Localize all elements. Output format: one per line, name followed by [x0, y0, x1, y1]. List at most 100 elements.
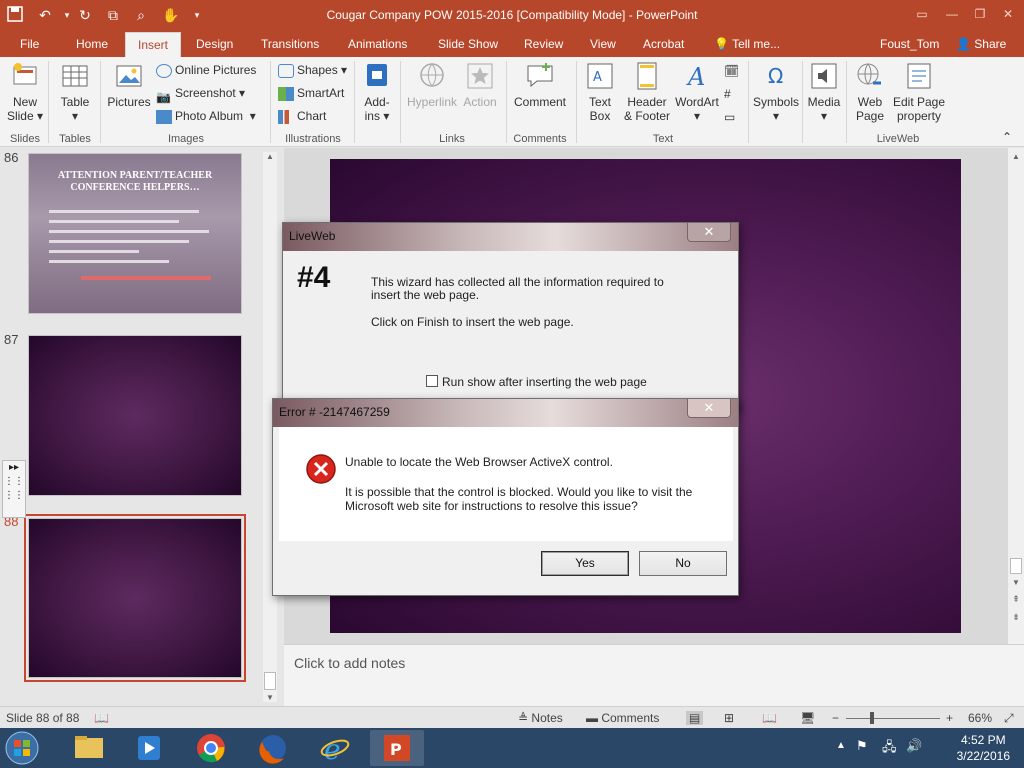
tab-home[interactable]: Home: [76, 32, 108, 57]
text-box-button[interactable]: A Text Box: [580, 61, 620, 123]
run-show-checkbox[interactable]: [426, 375, 438, 387]
shapes-button[interactable]: Shapes ▾: [278, 60, 347, 80]
firefox-taskbar-icon[interactable]: [246, 730, 300, 766]
tab-review[interactable]: Review: [524, 32, 563, 57]
screenshot-button[interactable]: 📷 Screenshot ▾: [156, 83, 245, 104]
comments-toggle[interactable]: ▬ Comments: [586, 711, 659, 725]
comments-label: Comments: [601, 711, 660, 725]
header-footer-label: Header: [627, 95, 667, 109]
slide-thumbnail-86[interactable]: ATTENTION PARENT/TEACHER CONFERENCE HELPE…: [28, 153, 242, 314]
slide-thumbnail-88[interactable]: [24, 514, 246, 682]
previous-slide-icon[interactable]: ⇞: [1008, 594, 1024, 605]
next-slide-icon[interactable]: ⇟: [1008, 612, 1024, 623]
close-button[interactable]: ✕: [996, 4, 1020, 24]
tab-slide-show[interactable]: Slide Show: [438, 32, 498, 57]
panel-expand-handle[interactable]: ▸▸ ⋮⋮ ⋮⋮: [2, 460, 26, 518]
slide-thumbnail-87[interactable]: [28, 335, 242, 496]
system-clock[interactable]: 4:52 PM 3/22/2016: [957, 732, 1010, 764]
user-name[interactable]: Foust_Tom: [880, 32, 939, 57]
date-time-icon[interactable]: 🗓: [724, 61, 742, 81]
media-player-taskbar-icon[interactable]: [122, 730, 176, 766]
tab-transitions[interactable]: Transitions: [261, 32, 319, 57]
hyperlink-button[interactable]: Hyperlink: [404, 61, 460, 109]
spell-check-icon[interactable]: 📖: [94, 711, 109, 725]
symbols-button[interactable]: Ω Symbols ▾: [752, 61, 800, 123]
tab-acrobat[interactable]: Acrobat: [643, 32, 684, 57]
error-close-button[interactable]: ✕: [687, 399, 731, 418]
internet-explorer-taskbar-icon[interactable]: e: [308, 730, 362, 766]
tab-design[interactable]: Design: [196, 32, 233, 57]
zoom-slider-track[interactable]: [846, 718, 940, 719]
slide-sorter-icon[interactable]: ⊞: [724, 711, 734, 725]
zoom-slider-thumb[interactable]: [870, 712, 874, 724]
file-explorer-taskbar-icon[interactable]: [62, 730, 116, 766]
tab-file[interactable]: File: [20, 32, 39, 57]
notes-toggle[interactable]: ≜ Notes: [518, 711, 563, 725]
clock-date: 3/22/2016: [956, 749, 1010, 763]
zoom-level[interactable]: 66%: [968, 711, 992, 725]
group-separator: [354, 61, 355, 143]
scroll-down-icon[interactable]: ▼: [1008, 578, 1024, 587]
scroll-up-icon[interactable]: ▲: [263, 152, 277, 161]
error-message-line2: It is possible that the control is block…: [345, 485, 693, 499]
tab-view[interactable]: View: [590, 32, 616, 57]
chart-button[interactable]: Chart: [278, 106, 326, 126]
tab-animations[interactable]: Animations: [348, 32, 407, 57]
slide-show-icon[interactable]: 🖥: [800, 711, 815, 725]
zoom-out-icon[interactable]: −: [832, 711, 839, 725]
scroll-up-icon[interactable]: ▲: [1008, 152, 1024, 161]
action-button[interactable]: Action: [460, 61, 500, 109]
thumbnail-bullet-line: [49, 230, 209, 233]
collapse-ribbon-icon[interactable]: ⌃: [1002, 127, 1012, 147]
normal-view-icon[interactable]: ▤: [686, 711, 704, 725]
fit-to-window-icon[interactable]: ⤢: [1004, 711, 1014, 726]
images-group-label: Images: [167, 133, 205, 145]
scroll-thumb[interactable]: [1010, 558, 1022, 574]
dialog-body: #4 This wizard has collected all the inf…: [289, 251, 733, 409]
share-button[interactable]: 👤 Share: [956, 32, 1006, 57]
no-button[interactable]: No: [639, 551, 727, 576]
photo-album-button[interactable]: Photo Album ▾: [156, 106, 256, 126]
chrome-taskbar-icon[interactable]: [184, 730, 238, 766]
volume-icon[interactable]: 🔊: [906, 738, 922, 754]
object-icon[interactable]: ▭: [724, 107, 742, 127]
reading-view-icon[interactable]: 📖: [762, 711, 777, 725]
zoom-in-icon[interactable]: +: [946, 711, 953, 725]
scroll-down-icon[interactable]: ▼: [263, 693, 277, 702]
illustrations-group-label: Illustrations: [285, 133, 341, 145]
yes-button[interactable]: Yes: [541, 551, 629, 576]
maximize-button[interactable]: ❐: [968, 4, 992, 24]
minimize-button[interactable]: —: [940, 4, 964, 24]
photo-album-label: Photo Album: [175, 109, 244, 123]
windows-logo-icon: [5, 731, 39, 765]
comment-button[interactable]: Comment: [510, 61, 570, 109]
new-slide-button[interactable]: New Slide ▾: [4, 61, 46, 123]
pictures-button[interactable]: Pictures: [106, 61, 152, 109]
start-button[interactable]: [4, 730, 48, 766]
video-player-icon: [138, 736, 160, 760]
ribbon-display-options-icon[interactable]: ▭: [910, 4, 934, 24]
scroll-thumb[interactable]: [264, 672, 276, 690]
comments-icon: ▬: [586, 711, 598, 725]
slide-scrollbar[interactable]: ▲ ▼ ⇞ ⇟: [1008, 148, 1024, 644]
notes-pane[interactable]: Click to add notes: [284, 644, 1024, 706]
flag-icon[interactable]: ⚑: [856, 738, 868, 754]
wordart-button[interactable]: A WordArt ▾: [674, 61, 720, 123]
network-icon[interactable]: 🖧: [882, 738, 897, 760]
table-button[interactable]: Table ▾: [54, 61, 96, 123]
slide-number-icon[interactable]: #: [724, 84, 742, 104]
online-pictures-button[interactable]: Online Pictures: [156, 60, 256, 80]
powerpoint-taskbar-icon[interactable]: P: [370, 730, 424, 766]
powerpoint-icon: P: [384, 735, 410, 761]
tab-insert[interactable]: Insert: [125, 32, 182, 57]
dialog-close-button[interactable]: ✕: [687, 223, 731, 242]
web-page-button[interactable]: Web Page: [850, 61, 890, 123]
smartart-button[interactable]: SmartArt: [278, 83, 344, 103]
header-footer-button[interactable]: Header & Footer: [620, 61, 674, 123]
media-button[interactable]: Media ▾: [804, 61, 844, 123]
add-ins-button[interactable]: Add-ins ▾: [358, 61, 396, 123]
slide-number: 87: [4, 332, 19, 347]
tell-me-box[interactable]: 💡 Tell me...: [714, 32, 780, 57]
show-hidden-icons[interactable]: ▲: [836, 740, 846, 751]
edit-page-property-button[interactable]: Edit Page property: [892, 61, 946, 123]
